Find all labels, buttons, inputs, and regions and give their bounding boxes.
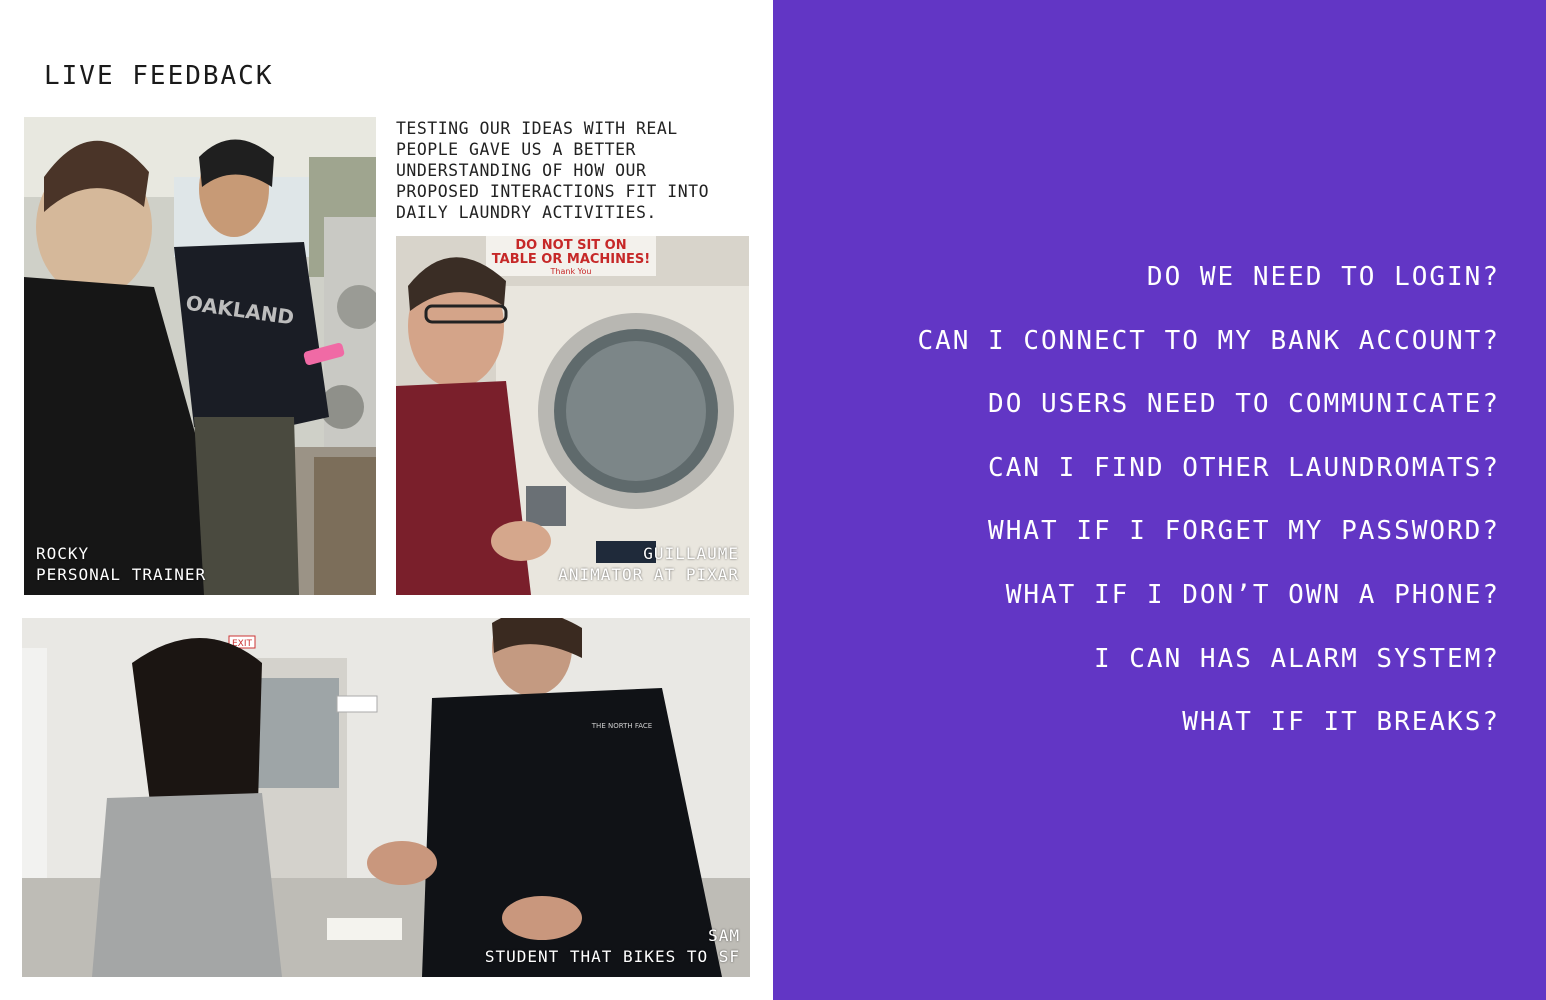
page-title: LIVE FEEDBACK: [44, 61, 274, 92]
intro-text: TESTING OUR IDEAS WITH REAL PEOPLE GAVE …: [396, 119, 710, 222]
caption-role: ANIMATOR AT PIXAR: [558, 565, 739, 584]
question-communicate: DO USERS NEED TO COMMUNICATE?: [988, 389, 1500, 419]
photo-sam: EXIT THE NORTH FACE SAM STUDENT THAT BIK…: [22, 618, 750, 977]
caption-name: SAM: [708, 926, 740, 945]
caption-role: STUDENT THAT BIKES TO SF: [484, 947, 740, 966]
question-breaks: WHAT IF IT BREAKS?: [1182, 707, 1500, 737]
caption-rocky: ROCKY PERSONAL TRAINER: [36, 543, 206, 585]
machines-sign-line2: TABLE OR MACHINES!: [492, 252, 650, 267]
caption-sam: SAM STUDENT THAT BIKES TO SF: [485, 925, 740, 967]
question-bank-account: CAN I CONNECT TO MY BANK ACCOUNT?: [917, 326, 1500, 356]
caption-role: PERSONAL TRAINER: [36, 565, 207, 584]
question-other-laundromats: CAN I FIND OTHER LAUNDROMATS?: [988, 453, 1500, 483]
caption-name: ROCKY: [36, 544, 90, 563]
question-login: DO WE NEED TO LOGIN?: [1146, 262, 1500, 292]
photo-guillaume: DO NOT SIT ON TABLE OR MACHINES! Thank Y…: [396, 236, 749, 595]
left-page: LIVE FEEDBACK TESTING OUR IDEAS WITH REA…: [0, 0, 773, 1000]
caption-name: GUILLAUME: [643, 544, 739, 563]
thank-you-sign: Thank You: [550, 267, 592, 276]
question-no-phone: WHAT IF I DON’T OWN A PHONE?: [1005, 580, 1500, 610]
question-forgot-password: WHAT IF I FORGET MY PASSWORD?: [988, 516, 1500, 546]
jacket-logo: THE NORTH FACE: [591, 722, 652, 730]
photo-rocky: OAKLAND ROCKY PERSONAL TRAINER: [24, 117, 376, 595]
right-page: DO WE NEED TO LOGIN? CAN I CONNECT TO MY…: [773, 0, 1546, 1000]
caption-guillaume: GUILLAUME ANIMATOR AT PIXAR: [558, 543, 739, 585]
machines-sign-line1: DO NOT SIT ON: [515, 238, 626, 253]
question-alarm-system: I CAN HAS ALARM SYSTEM?: [1093, 644, 1500, 674]
